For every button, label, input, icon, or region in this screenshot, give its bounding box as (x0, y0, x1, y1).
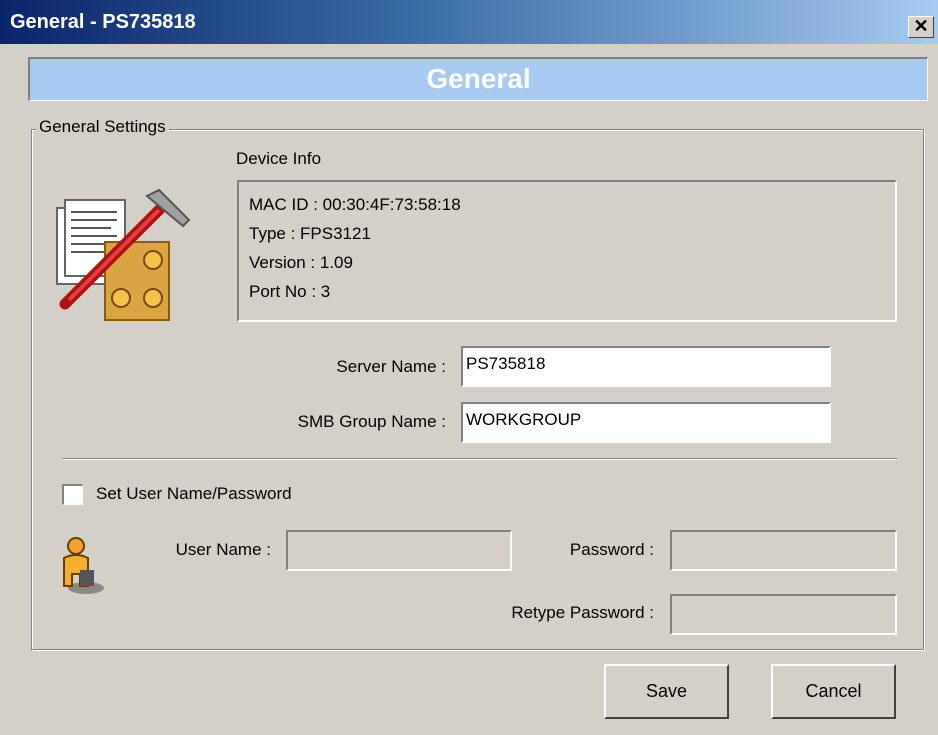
password-label: Password : (569, 540, 654, 559)
user-icon (63, 537, 104, 594)
title-bar: General - PS735818 ✕ (0, 0, 938, 44)
retype-password-label: Retype Password : (511, 603, 654, 622)
password-input[interactable] (670, 530, 897, 571)
version-text: Version : 1.09 (249, 253, 353, 272)
retype-password-input[interactable] (670, 594, 897, 635)
port-no-text: Port No : 3 (249, 282, 331, 301)
smb-group-input[interactable]: WORKGROUP (461, 402, 831, 443)
user-name-input[interactable] (286, 530, 512, 571)
cancel-button[interactable]: Cancel (771, 664, 896, 719)
set-credentials-label[interactable]: Set User Name/Password (96, 484, 292, 504)
user-name-label: User Name : (175, 540, 271, 559)
group-legend: General Settings (36, 117, 169, 137)
device-info-box: MAC ID : 00:30:4F:73:58:18 Type : FPS312… (237, 180, 897, 322)
set-credentials-checkbox[interactable] (62, 484, 83, 505)
mac-id-text: MAC ID : 00:30:4F:73:58:18 (249, 195, 461, 214)
section-banner: General (28, 57, 928, 101)
device-info-heading: Device Info (236, 149, 322, 168)
close-button[interactable]: ✕ (908, 16, 934, 38)
type-text: Type : FPS3121 (249, 224, 371, 243)
server-name-label: Server Name : (336, 357, 446, 376)
save-button[interactable]: Save (604, 664, 729, 719)
window-title: General - PS735818 (10, 11, 196, 33)
tools-settings-icon (56, 188, 191, 321)
server-name-input[interactable]: PS735818 (461, 346, 831, 387)
smb-group-label: SMB Group Name : (297, 412, 446, 431)
separator (62, 458, 897, 460)
